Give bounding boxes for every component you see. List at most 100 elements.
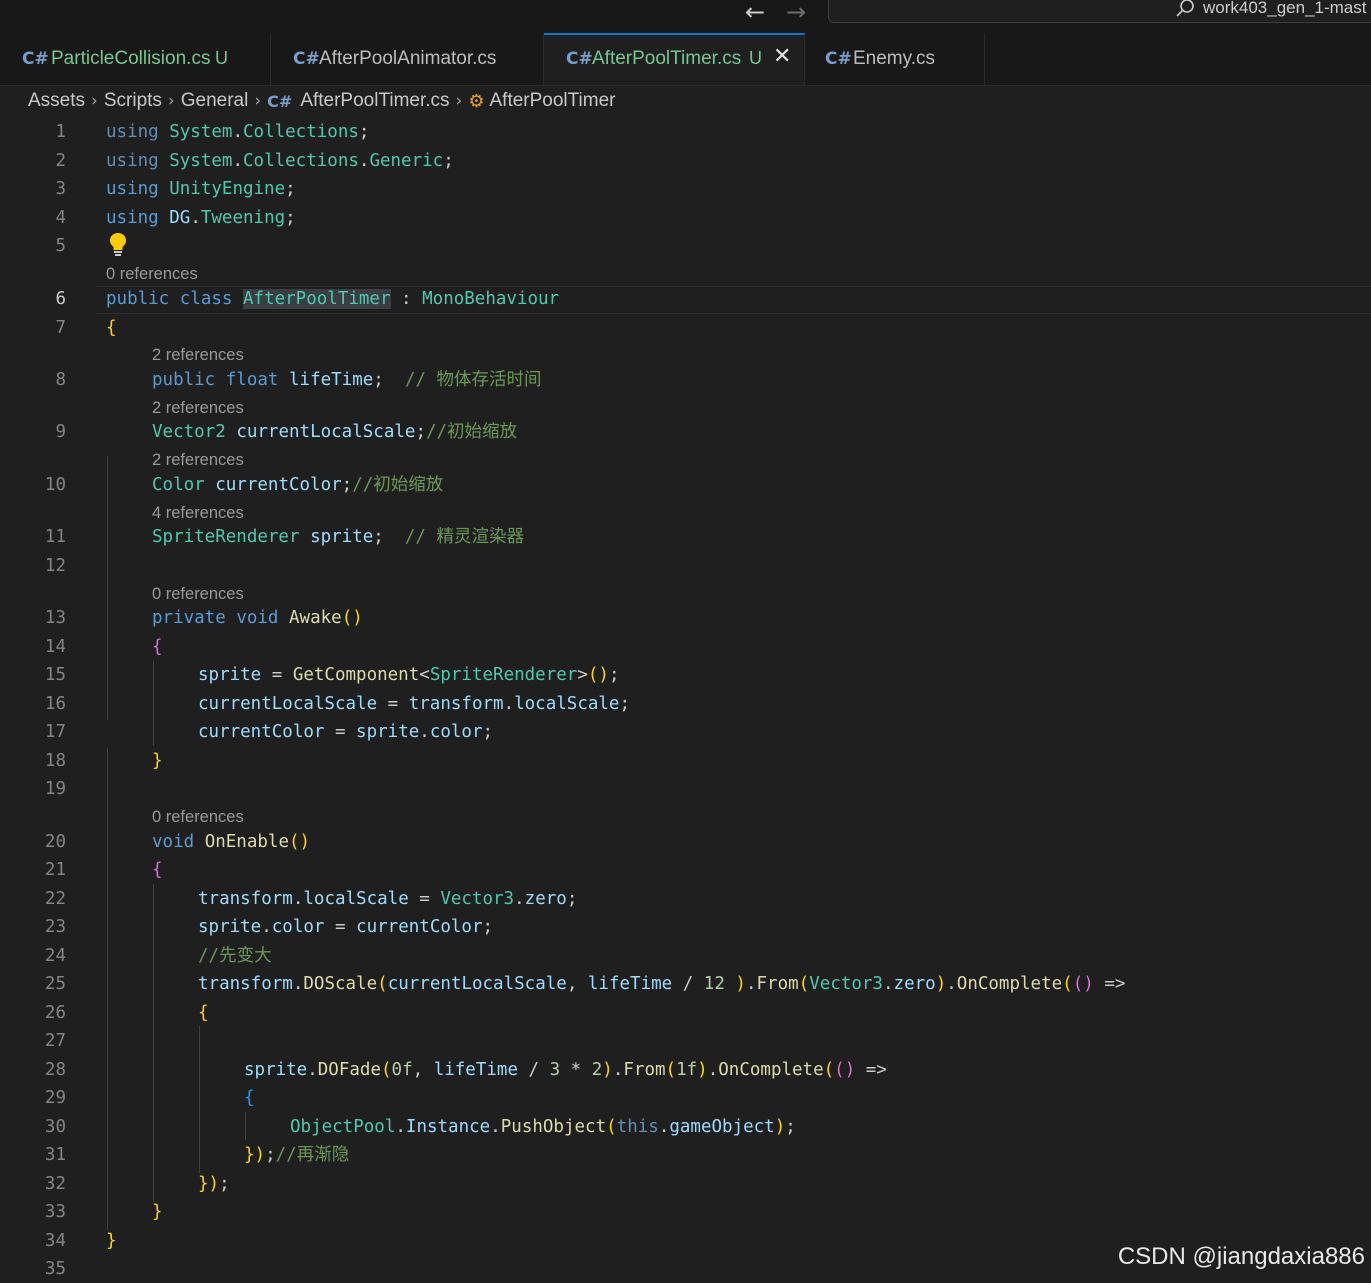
code-lens-references[interactable]: 2 references xyxy=(152,345,244,365)
indent-guide xyxy=(153,884,154,1202)
code-line: { xyxy=(152,637,163,657)
line-number: 8 xyxy=(55,370,66,390)
code-line: }); xyxy=(198,1174,230,1194)
line-number: 33 xyxy=(44,1202,66,1222)
code-line: private void Awake() xyxy=(152,608,363,628)
code-lens-references[interactable]: 2 references xyxy=(152,398,244,418)
line-number: 30 xyxy=(44,1117,66,1137)
code-line: { xyxy=(244,1088,255,1108)
line-number: 14 xyxy=(44,637,66,657)
search-icon xyxy=(1176,0,1194,17)
code-line: Vector2 currentLocalScale;//初始缩放 xyxy=(152,422,518,442)
code-line: { xyxy=(106,318,117,338)
indent-guide xyxy=(199,1026,200,1173)
line-number: 29 xyxy=(44,1088,66,1108)
line-number: 3 xyxy=(55,179,66,199)
git-status-badge: U xyxy=(749,48,762,68)
arrow-left-icon[interactable]: ← xyxy=(745,0,765,26)
tab-afterpoolanimator[interactable]: C# AfterPoolAnimator.cs xyxy=(271,33,544,85)
code-line: { xyxy=(152,860,163,880)
tab-enemy[interactable]: C# Enemy.cs xyxy=(805,33,985,85)
line-number: 31 xyxy=(44,1145,66,1165)
code-line: SpriteRenderer sprite; // 精灵渲染器 xyxy=(152,527,524,547)
code-line: sprite = GetComponent<SpriteRenderer>(); xyxy=(198,665,620,685)
code-line: public float lifeTime; // 物体存活时间 xyxy=(152,370,542,390)
command-center[interactable]: work403_gen_1-mast xyxy=(828,0,1371,23)
csharp-file-icon: C# xyxy=(267,91,293,111)
code-line: //先变大 xyxy=(198,946,272,966)
code-lens-references[interactable]: 4 references xyxy=(152,503,244,523)
code-line: } xyxy=(152,1202,163,1222)
line-number: 12 xyxy=(44,556,66,576)
indent-guide xyxy=(153,661,154,746)
code-lens-references[interactable]: 0 references xyxy=(152,584,244,604)
line-number: 9 xyxy=(55,422,66,442)
line-number: 4 xyxy=(55,208,66,228)
code-lens-references[interactable]: 0 references xyxy=(106,264,198,284)
title-bar: ← → work403_gen_1-mast xyxy=(0,0,1371,33)
code-line: currentLocalScale = transform.localScale… xyxy=(198,694,631,714)
indent-guide xyxy=(107,748,108,1230)
code-line: { xyxy=(198,1003,209,1023)
code-line: using DG.Tweening; xyxy=(106,208,296,228)
code-line: } xyxy=(106,1231,117,1251)
code-line: using System.Collections; xyxy=(106,122,370,142)
line-number: 25 xyxy=(44,974,66,994)
line-number: 17 xyxy=(44,722,66,742)
indent-guide xyxy=(107,456,108,720)
code-line: void OnEnable() xyxy=(152,832,311,852)
line-number: 24 xyxy=(44,946,66,966)
line-number: 23 xyxy=(44,917,66,937)
line-number: 16 xyxy=(44,694,66,714)
csharp-file-icon: C# xyxy=(566,49,593,69)
breadcrumb-scripts[interactable]: Scripts xyxy=(104,90,162,112)
code-line: Color currentColor;//初始缩放 xyxy=(152,475,444,495)
watermark: CSDN @jiangdaxia886 xyxy=(1117,1243,1365,1270)
line-number: 26 xyxy=(44,1003,66,1023)
csharp-file-icon: C# xyxy=(22,49,49,69)
tab-label: ParticleCollision.cs xyxy=(51,48,211,69)
lightbulb-icon[interactable] xyxy=(108,231,128,257)
code-line: ObjectPool.Instance.PushObject(this.game… xyxy=(290,1117,796,1137)
line-number: 10 xyxy=(44,475,66,495)
close-icon[interactable]: ✕ xyxy=(773,44,791,69)
code-lens-references[interactable]: 0 references xyxy=(152,807,244,827)
code-editor[interactable]: 1 2 3 4 5 6 7 8 9 10 11 12 13 14 15 16 1… xyxy=(0,118,1371,1279)
csharp-file-icon: C# xyxy=(293,49,320,69)
line-number: 34 xyxy=(44,1231,66,1251)
breadcrumb-general[interactable]: General xyxy=(181,90,249,112)
code-line: currentColor = sprite.color; xyxy=(198,722,494,742)
breadcrumb-class[interactable]: AfterPoolTimer xyxy=(490,90,616,112)
line-number: 18 xyxy=(44,751,66,771)
indent-guide xyxy=(245,1112,246,1140)
code-line: using UnityEngine; xyxy=(106,179,296,199)
line-number: 27 xyxy=(44,1031,66,1051)
tab-particlecollision[interactable]: C# ParticleCollision.cs U xyxy=(0,33,271,85)
tab-afterpooltimer[interactable]: C# AfterPoolTimer.cs U ✕ xyxy=(544,33,805,85)
class-symbol-icon: ⚙ xyxy=(468,90,485,112)
line-number: 15 xyxy=(44,665,66,685)
line-number: 2 xyxy=(55,151,66,171)
breadcrumb-assets[interactable]: Assets xyxy=(28,90,85,112)
code-line: sprite.color = currentColor; xyxy=(198,917,494,937)
line-number: 32 xyxy=(44,1174,66,1194)
tab-bar: C# ParticleCollision.cs U C# AfterPoolAn… xyxy=(0,33,1371,86)
tab-label: AfterPoolTimer.cs xyxy=(592,48,742,69)
line-number: 5 xyxy=(55,236,66,256)
arrow-right-icon[interactable]: → xyxy=(786,0,806,26)
code-lens-references[interactable]: 2 references xyxy=(152,450,244,470)
tab-label: Enemy.cs xyxy=(853,48,936,69)
code-line: using System.Collections.Generic; xyxy=(106,151,454,171)
chevron-right-icon: › xyxy=(455,91,463,111)
code-line: });//再渐隐 xyxy=(244,1145,350,1165)
breadcrumb-file[interactable]: AfterPoolTimer.cs xyxy=(300,90,449,112)
line-number: 20 xyxy=(44,832,66,852)
code-line: public class AfterPoolTimer : MonoBehavi… xyxy=(106,289,560,309)
workspace-label: work403_gen_1-mast xyxy=(1203,0,1367,17)
line-number: 7 xyxy=(55,318,66,338)
chevron-right-icon: › xyxy=(254,91,262,111)
code-line: transform.localScale = Vector3.zero; xyxy=(198,889,578,909)
line-number: 28 xyxy=(44,1060,66,1080)
line-number: 13 xyxy=(44,608,66,628)
code-line: sprite.DOFade(0f, lifeTime / 3 * 2).From… xyxy=(244,1060,887,1080)
